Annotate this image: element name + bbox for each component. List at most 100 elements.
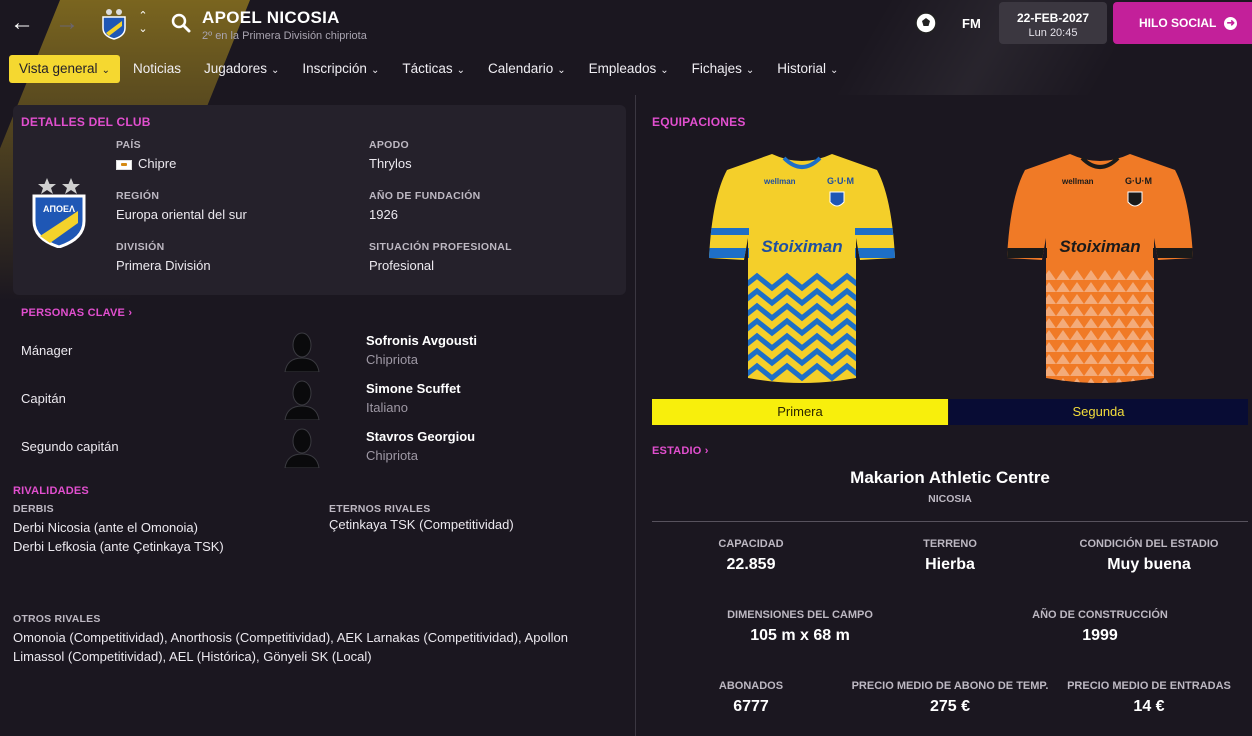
forward-arrow-icon[interactable]: → bbox=[54, 10, 80, 36]
menu-label: Jugadores bbox=[203, 61, 268, 76]
menu-label: Calendario bbox=[487, 61, 554, 76]
menu-label: Noticias bbox=[132, 61, 181, 76]
derby-1: Derbi Nicosia (ante el Omonoia) bbox=[13, 520, 198, 535]
social-feed-button[interactable]: HILO SOCIAL ➜ bbox=[1113, 2, 1252, 44]
eternal-rivals-label: ETERNOS RIVALES bbox=[329, 503, 431, 515]
status-label: SITUACIÓN PROFESIONAL bbox=[369, 241, 512, 253]
club-details-title: DETALLES DEL CLUB bbox=[21, 115, 151, 129]
brand-text: wellman bbox=[1061, 177, 1094, 186]
person-silhouette-icon[interactable] bbox=[283, 330, 321, 372]
person-silhouette-icon[interactable] bbox=[283, 378, 321, 420]
country-text: Chipre bbox=[138, 156, 177, 171]
menu-calendar[interactable]: Calendario ⌄ bbox=[478, 55, 576, 83]
top-bar: ← → ⌃ ⌄ APOEL NICOSIA 2º en la Primera Di… bbox=[0, 0, 1252, 48]
menu-tactics[interactable]: Tácticas ⌄ bbox=[392, 55, 475, 83]
back-arrow-icon[interactable]: ← bbox=[9, 10, 35, 36]
dimensions-value: 105 m x 68 m bbox=[750, 627, 850, 644]
nickname-value: Thrylos bbox=[369, 156, 412, 171]
role-captain: Capitán bbox=[21, 391, 66, 406]
chevron-down-icon: ⌄ bbox=[557, 65, 566, 76]
maker-text: G·U·M bbox=[827, 176, 854, 186]
built-label: AÑO DE CONSTRUCCIÓN bbox=[1032, 609, 1168, 621]
season-tickets-value: 6777 bbox=[733, 698, 769, 715]
status-value: Profesional bbox=[369, 258, 435, 273]
menu-label: Fichajes bbox=[691, 61, 742, 76]
vice-captain-nationality: Chipriota bbox=[366, 448, 419, 463]
current-date: 22-FEB-2027 bbox=[1016, 11, 1090, 25]
football-icon[interactable] bbox=[914, 11, 938, 35]
sponsor-text: Stoiximan bbox=[761, 237, 842, 256]
captain-nationality: Italiano bbox=[366, 400, 408, 415]
avg-season-price-value: 275 € bbox=[929, 698, 971, 715]
menu-staff[interactable]: Empleados ⌄ bbox=[579, 55, 679, 83]
club-details-panel bbox=[13, 105, 626, 295]
person-silhouette-icon[interactable] bbox=[283, 426, 321, 468]
fm-logo[interactable]: FM bbox=[962, 16, 981, 31]
rivalries-title: RIVALIDADES bbox=[13, 485, 89, 497]
stadium-title[interactable]: ESTADIO › bbox=[652, 445, 709, 457]
key-people-label: PERSONAS CLAVE bbox=[21, 307, 126, 319]
page-subtitle: 2º en la Primera División chipriota bbox=[202, 30, 367, 42]
club-logo-icon[interactable] bbox=[100, 8, 128, 40]
menu-history[interactable]: Historial ⌄ bbox=[767, 55, 848, 83]
captain-name[interactable]: Simone Scuffet bbox=[366, 381, 461, 396]
role-vice-captain: Segundo capitán bbox=[21, 439, 119, 454]
chevron-down-icon: ⌄ bbox=[745, 65, 755, 76]
division-label: DIVISIÓN bbox=[116, 241, 165, 253]
other-rivals-line-2: Limassol (Competitividad), AEL (Históric… bbox=[13, 649, 372, 664]
region-value: Europa oriental del sur bbox=[116, 207, 247, 222]
surface-value: Hierba bbox=[925, 556, 975, 573]
chevron-down-icon: ⌄ bbox=[660, 65, 669, 76]
current-time: Lun 20:45 bbox=[1028, 27, 1078, 39]
other-rivals-line-1: Omonoia (Competitividad), Anorthosis (Co… bbox=[13, 630, 568, 645]
founded-value: 1926 bbox=[369, 207, 398, 222]
chevron-down-icon: ⌄ bbox=[101, 65, 110, 76]
stadium-city: NICOSIA bbox=[928, 493, 972, 505]
derbies-label: DERBIS bbox=[13, 503, 54, 515]
capacity-value: 22.859 bbox=[726, 556, 776, 573]
manager-name[interactable]: Sofronis Avgousti bbox=[366, 333, 477, 348]
away-kit-label[interactable]: Segunda bbox=[949, 399, 1248, 425]
continue-date-button[interactable]: 22-FEB-2027 Lun 20:45 bbox=[999, 2, 1107, 44]
social-feed-label: HILO SOCIAL bbox=[1139, 16, 1217, 30]
chevron-right-icon: › bbox=[128, 307, 133, 319]
menu-label: Tácticas bbox=[402, 61, 453, 76]
key-people-title[interactable]: PERSONAS CLAVE › bbox=[21, 307, 132, 319]
cyprus-flag-icon bbox=[116, 159, 132, 170]
stadium-divider bbox=[652, 521, 1248, 522]
menu-label: Empleados bbox=[588, 61, 657, 76]
menu-transfers[interactable]: Fichajes ⌄ bbox=[682, 55, 765, 83]
region-label: REGIÓN bbox=[116, 190, 160, 202]
menu-news[interactable]: Noticias bbox=[123, 55, 191, 83]
brand-text: wellman bbox=[763, 177, 796, 186]
other-rivals-label: OTROS RIVALES bbox=[13, 613, 101, 625]
condition-value: Muy buena bbox=[1107, 556, 1191, 573]
vice-captain-name[interactable]: Stavros Georgiou bbox=[366, 429, 475, 444]
built-value: 1999 bbox=[1082, 627, 1118, 644]
avg-season-price-label: PRECIO MEDIO DE ABONO DE TEMP. bbox=[851, 680, 1049, 692]
maker-text: G·U·M bbox=[1125, 176, 1152, 186]
chevron-down-icon: ⌄ bbox=[370, 65, 380, 76]
division-value[interactable]: Primera División bbox=[116, 258, 211, 273]
country-value[interactable]: Chipre bbox=[116, 156, 176, 171]
nickname-label: APODO bbox=[369, 139, 410, 151]
eternal-rival: Çetinkaya TSK (Competitividad) bbox=[329, 517, 514, 532]
home-kit-shirt[interactable]: wellman G·U·M Stoiximan bbox=[702, 148, 902, 388]
away-kit-shirt[interactable]: wellman G·U·M Stoiximan bbox=[1000, 148, 1200, 388]
home-kit-label[interactable]: Primera bbox=[652, 399, 948, 425]
avg-ticket-label: PRECIO MEDIO DE ENTRADAS bbox=[1067, 680, 1231, 692]
club-crest-icon: ΑΠΟΕΛ bbox=[32, 178, 86, 248]
menu-overview[interactable]: Vista general ⌄ bbox=[9, 55, 120, 83]
search-icon[interactable] bbox=[170, 12, 192, 34]
surface-label: TERRENO bbox=[923, 538, 977, 550]
manager-nationality: Chipriota bbox=[366, 352, 419, 367]
kits-title: EQUIPACIONES bbox=[652, 115, 746, 129]
menu-players[interactable]: Jugadores ⌄ bbox=[194, 55, 289, 83]
arrow-right-icon: ➜ bbox=[1224, 17, 1238, 31]
capacity-label: CAPACIDAD bbox=[718, 538, 784, 550]
menu-registration[interactable]: Inscripción ⌄ bbox=[292, 55, 389, 83]
menu-label: Vista general bbox=[19, 61, 98, 76]
chevron-right-icon: › bbox=[704, 445, 709, 457]
chevron-down-icon: ⌄ bbox=[830, 65, 839, 76]
club-switch-icon[interactable]: ⌃ ⌄ bbox=[136, 10, 150, 38]
